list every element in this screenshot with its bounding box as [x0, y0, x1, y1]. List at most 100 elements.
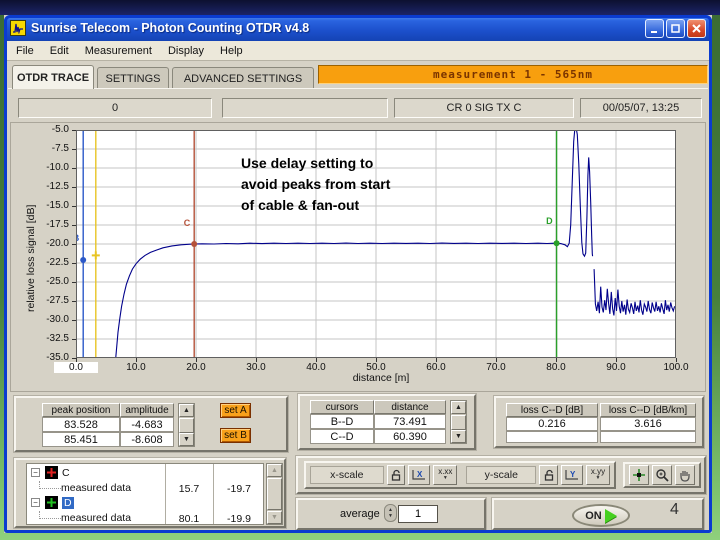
distance-header[interactable]: distance [374, 400, 446, 414]
average-label: average [340, 508, 380, 520]
menu-measurement[interactable]: Measurement [77, 43, 160, 59]
x-tick-label: 90.0 [606, 362, 626, 373]
legend-group-d[interactable]: − D [27, 495, 263, 510]
scroll-thumb[interactable] [267, 478, 282, 510]
x-tick-mark [556, 358, 557, 362]
zoom-tool-icon[interactable] [652, 465, 672, 485]
menu-help[interactable]: Help [212, 43, 251, 59]
x-tick-mark [616, 358, 617, 362]
x-tick-mark [496, 358, 497, 362]
peaks-header-position[interactable]: peak position [42, 403, 120, 417]
scroll-up-icon[interactable]: ▲ [267, 464, 282, 477]
loss-db-value: 0.216 [506, 417, 598, 431]
legend-cursor-d-label[interactable]: D [62, 496, 74, 509]
x-format-label: x.xx [438, 467, 453, 476]
cursor-pair-label: C--D [310, 429, 374, 444]
set-a-button[interactable]: set A [220, 403, 251, 418]
power-panel: ON 4 [492, 498, 704, 530]
peaks-header-amplitude[interactable]: amplitude [120, 403, 174, 417]
average-value-input[interactable]: 1 [398, 505, 438, 523]
minimize-button[interactable] [645, 18, 664, 38]
legend-group-c[interactable]: − C [27, 465, 263, 480]
menu-display[interactable]: Display [160, 43, 212, 59]
x-tick-label: 100.0 [663, 362, 689, 373]
cursors-scrollbar[interactable]: ▲ ▼ [450, 400, 467, 444]
legend-cursor-c-label[interactable]: C [62, 467, 70, 479]
y-scale-format-button[interactable]: x.yy ▼ [585, 465, 610, 485]
cursor-distance-value: 73.491 [374, 414, 446, 429]
loss-db-header[interactable]: loss C--D [dB] [506, 403, 598, 417]
scroll-down-icon[interactable]: ▼ [267, 511, 282, 524]
x-scale-label: x-scale [310, 466, 384, 484]
y-tick-mark [72, 130, 76, 131]
desktop-top-strip [0, 0, 720, 15]
x-tick-label: 20.0 [186, 362, 206, 373]
cursor-c-marker-icon[interactable] [45, 466, 58, 479]
peaks-scrollbar[interactable]: ▲ ▼ [178, 403, 195, 447]
y-scale-label: y-scale [466, 466, 537, 484]
y-tick-mark [72, 225, 76, 226]
app-icon [10, 20, 26, 36]
window-titlebar[interactable]: Sunrise Telecom - Photon Counting OTDR v… [4, 15, 712, 41]
cursor-marker-D [553, 240, 560, 247]
cursor-d-marker-icon[interactable] [45, 496, 58, 509]
scroll-down-icon[interactable]: ▼ [451, 430, 466, 443]
tab-settings[interactable]: SETTINGS [97, 67, 169, 89]
y-tick-mark [72, 149, 76, 150]
status-field-mid [222, 98, 388, 118]
x-scale-lock-icon[interactable] [386, 465, 406, 485]
green-run-arrow-icon [604, 508, 617, 523]
pan-hand-tool-icon[interactable] [675, 465, 695, 485]
y-axis-title: relative loss signal [dB] [25, 204, 37, 312]
svg-text:X: X [417, 470, 423, 479]
y-scale-autoscale-icon[interactable]: Y [560, 465, 583, 485]
cursor-marker-B [80, 256, 87, 263]
loss-dbkm-header[interactable]: loss C--D [dB/km] [600, 403, 696, 417]
annotation-line-1: Use delay setting to [241, 155, 374, 171]
app-window: Sunrise Telecom - Photon Counting OTDR v… [4, 15, 712, 533]
peaks-panel: peak position amplitude 83.528 -4.683 85… [14, 396, 288, 452]
legend-panel: − C measured data 15.7 -19.7 − D measure… [14, 458, 286, 528]
legend-d-y-value: -19.9 [227, 513, 251, 525]
x-scale-format-button[interactable]: x.xx ▼ [433, 465, 458, 485]
on-button[interactable]: ON [572, 504, 630, 527]
annotation-line-3: of cable & fan-out [241, 197, 360, 213]
y-tick-label: -7.5 [51, 143, 69, 154]
cursor-distance-value: 60.390 [374, 429, 446, 444]
maximize-button[interactable] [666, 18, 685, 38]
y-tick-mark [72, 320, 76, 321]
cursor-move-tool-icon[interactable] [629, 465, 649, 485]
average-spinner[interactable]: ▲ ▼ [384, 504, 397, 522]
peak-position-value: 83.528 [42, 417, 120, 432]
scroll-up-icon[interactable]: ▲ [451, 401, 466, 414]
set-b-button[interactable]: set B [220, 428, 251, 443]
tab-advanced-settings[interactable]: ADVANCED SETTINGS [172, 67, 314, 89]
y-tick-mark [72, 168, 76, 169]
legend-scrollbar[interactable]: ▲ ▼ [266, 463, 283, 525]
tab-otdr-trace[interactable]: OTDR TRACE [12, 65, 94, 89]
status-signal: CR 0 SIG TX C [394, 98, 574, 118]
y-scale-lock-icon[interactable] [539, 465, 558, 485]
close-button[interactable] [687, 18, 706, 38]
x-tick-mark [256, 358, 257, 362]
x-scale-autoscale-icon[interactable]: X [408, 465, 431, 485]
menu-file[interactable]: File [8, 43, 42, 59]
loss-panel: loss C--D [dB] loss C--D [dB/km] 0.216 3… [494, 396, 704, 448]
scroll-thumb[interactable] [451, 415, 466, 430]
cursor-label-D: D [546, 216, 553, 226]
x-tick-mark [376, 358, 377, 362]
caret-down-icon: ▼ [442, 475, 448, 481]
legend-c-y-value: -19.7 [227, 483, 251, 495]
average-panel: average ▲ ▼ 1 [296, 498, 486, 530]
window-title: Sunrise Telecom - Photon Counting OTDR v… [31, 21, 310, 35]
scroll-down-icon[interactable]: ▼ [179, 433, 194, 446]
menu-edit[interactable]: Edit [42, 43, 77, 59]
cursors-header[interactable]: cursors [310, 400, 374, 414]
annotation-line-2: avoid peaks from start [241, 176, 391, 192]
scale-toolbar-panel: x-scale X x.xx ▼ y-scale Y x.yy ▼ [296, 456, 706, 494]
scroll-up-icon[interactable]: ▲ [179, 404, 194, 417]
scroll-thumb[interactable] [179, 418, 194, 433]
legend-d-x-value: 80.1 [178, 513, 200, 525]
collapse-icon[interactable]: − [31, 468, 40, 477]
collapse-icon[interactable]: − [31, 498, 40, 507]
